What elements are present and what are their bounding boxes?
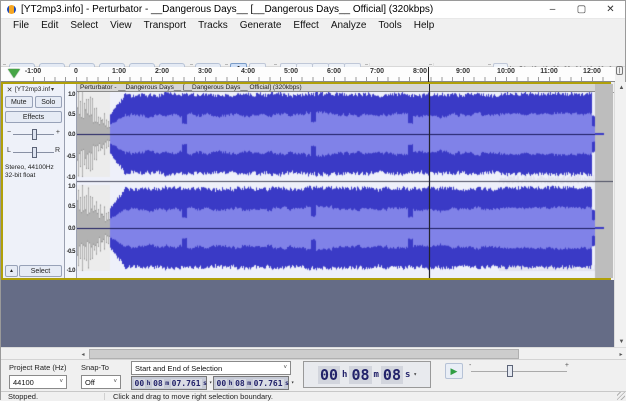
clip-title[interactable]: Perturbator - __Dangerous Days__ [__Dang… bbox=[77, 84, 595, 92]
collapse-track-button[interactable]: ▲ bbox=[5, 265, 18, 277]
timeline-label: 12:00 bbox=[583, 68, 601, 75]
track-format-line1: Stereo, 44100Hz bbox=[5, 164, 54, 172]
edit-cursor bbox=[429, 84, 430, 278]
timeline-label: 0 bbox=[74, 68, 78, 75]
scroll-up-icon[interactable]: ▲ bbox=[615, 82, 626, 94]
effects-button[interactable]: Effects bbox=[5, 111, 62, 123]
amplitude-ruler[interactable]: 1.0 0.5 0.0 -0.5 -1.0 1.0 0.5 0.0 -0.5 -… bbox=[65, 84, 77, 278]
menu-select[interactable]: Select bbox=[64, 20, 104, 31]
timeline-label: 8:00 bbox=[413, 68, 427, 75]
timeline-label: 4:00 bbox=[241, 68, 255, 75]
track-format-line2: 32-bit float bbox=[5, 172, 54, 180]
pan-slider[interactable]: L R bbox=[7, 145, 60, 159]
selection-mode-select[interactable]: Start and End of Selection˅ bbox=[131, 361, 291, 375]
maximize-button[interactable]: ▢ bbox=[567, 1, 596, 19]
gain-slider-thumb[interactable] bbox=[32, 129, 37, 140]
menu-help[interactable]: Help bbox=[408, 20, 441, 31]
timeline-ruler[interactable]: -1:00 0 1:00 2:00 3:00 4:00 5:00 6:00 7:… bbox=[1, 67, 615, 82]
menu-bar: File Edit Select View Transport Tracks G… bbox=[1, 19, 625, 31]
dropdown-icon: ▾ bbox=[291, 380, 294, 386]
menu-transport[interactable]: Transport bbox=[138, 20, 192, 31]
gain-plus-label: + bbox=[56, 129, 60, 136]
minimize-button[interactable]: – bbox=[538, 1, 567, 19]
timeline-label: -1:00 bbox=[25, 68, 41, 75]
vertical-scrollbar[interactable]: ▲ ▼ bbox=[614, 82, 626, 348]
snap-to-label: Snap-To bbox=[81, 363, 109, 372]
horizontal-scrollbar[interactable]: ◂ ▸ bbox=[1, 347, 626, 359]
toolbar-dock: ▮▮ ▶ ■ ▮◀ ▶▮ ● ↻ I ∿ ✏ ✳ ⊕ ⊖ ⊙ ⊚ ⊘ ⊟ ⊞ ↶… bbox=[1, 31, 625, 67]
timeline-label: 5:00 bbox=[284, 68, 298, 75]
track-close-icon[interactable]: ✕ bbox=[5, 85, 14, 94]
track-name-menu[interactable]: [YT2mp3.inf▾ bbox=[15, 85, 62, 94]
track-control-panel: ✕ [YT2mp3.inf▾ Mute Solo Effects − + L R bbox=[3, 84, 65, 278]
menu-effect[interactable]: Effect bbox=[287, 20, 324, 31]
menu-tools[interactable]: Tools bbox=[372, 20, 407, 31]
dropdown-icon: ▾ bbox=[51, 86, 54, 93]
timeline-label: 1:00 bbox=[112, 68, 126, 75]
ruler-label: 1.0 bbox=[68, 184, 75, 190]
play-region-pin-icon[interactable] bbox=[8, 69, 20, 78]
menu-edit[interactable]: Edit bbox=[35, 20, 64, 31]
solo-button[interactable]: Solo bbox=[35, 96, 63, 108]
resize-grip[interactable] bbox=[617, 392, 625, 400]
timeline-label: 6:00 bbox=[327, 68, 341, 75]
audacity-window: [YT2mp3.info] - Perturbator - __Dangerou… bbox=[0, 0, 626, 400]
timeline-label: 3:00 bbox=[198, 68, 212, 75]
track-select-button[interactable]: Select bbox=[19, 265, 62, 277]
playhead-marker bbox=[428, 67, 429, 82]
horizontal-scroll-thumb[interactable] bbox=[89, 349, 519, 359]
pan-left-label: L bbox=[7, 147, 11, 154]
project-rate-label: Project Rate (Hz) bbox=[9, 363, 67, 372]
ruler-label: 0.0 bbox=[68, 226, 75, 232]
menu-file[interactable]: File bbox=[7, 20, 35, 31]
play-speed-thumb[interactable] bbox=[507, 365, 513, 377]
meter-clip-indicator: ❘ bbox=[616, 66, 623, 75]
track-area-background bbox=[1, 280, 614, 347]
timeline-label: 7:00 bbox=[370, 68, 384, 75]
snap-to-select[interactable]: Off˅ bbox=[81, 375, 121, 389]
menu-analyze[interactable]: Analyze bbox=[325, 20, 373, 31]
timeline-label: 9:00 bbox=[456, 68, 470, 75]
menu-tracks[interactable]: Tracks bbox=[192, 20, 234, 31]
selection-end-field[interactable]: 00h 08m 07.761s ▾ bbox=[213, 376, 289, 390]
pan-right-label: R bbox=[55, 147, 60, 154]
play-at-speed-button[interactable]: ▶ bbox=[445, 363, 463, 379]
timeline-label: 11:00 bbox=[540, 68, 558, 75]
gain-slider[interactable]: − + bbox=[7, 127, 60, 141]
ruler-label: -0.5 bbox=[67, 154, 75, 160]
dropdown-icon: ▾ bbox=[413, 371, 417, 378]
close-button[interactable]: ✕ bbox=[596, 1, 625, 19]
audio-position-display[interactable]: 00h 08m 08s ▾ bbox=[303, 361, 431, 388]
menu-view[interactable]: View bbox=[104, 20, 138, 31]
waveform-view[interactable]: Perturbator - __Dangerous Days__ [__Dang… bbox=[77, 84, 613, 278]
ruler-label: -1.0 bbox=[67, 175, 75, 181]
ruler-label: 0.5 bbox=[68, 112, 75, 118]
selection-start-field[interactable]: 00h 08m 07.761s ▾ bbox=[131, 376, 207, 390]
audio-track: ✕ [YT2mp3.inf▾ Mute Solo Effects − + L R bbox=[1, 82, 611, 280]
ruler-label: 1.0 bbox=[68, 92, 75, 98]
mute-button[interactable]: Mute bbox=[5, 96, 33, 108]
ruler-label: -0.5 bbox=[67, 249, 75, 255]
timeline-ticks bbox=[33, 77, 609, 81]
play-speed-slider[interactable]: - + bbox=[469, 365, 569, 377]
project-rate-select[interactable]: 44100˅ bbox=[9, 375, 67, 389]
dropdown-icon: ▾ bbox=[209, 380, 212, 386]
selection-toolbar: Project Rate (Hz) 44100˅ Snap-To Off˅ St… bbox=[1, 359, 626, 391]
ruler-label: 0.5 bbox=[68, 204, 75, 210]
pan-slider-thumb[interactable] bbox=[32, 147, 37, 158]
window-title: [YT2mp3.info] - Perturbator - __Dangerou… bbox=[21, 4, 433, 15]
timeline-label: 2:00 bbox=[155, 68, 169, 75]
audacity-logo-icon bbox=[7, 5, 16, 14]
stereo-waveform-canvas[interactable] bbox=[77, 92, 613, 278]
title-bar: [YT2mp3.info] - Perturbator - __Dangerou… bbox=[1, 1, 625, 19]
menu-generate[interactable]: Generate bbox=[234, 20, 288, 31]
ruler-label: -1.0 bbox=[67, 268, 75, 274]
timeline-label: 10:00 bbox=[497, 68, 515, 75]
gain-minus-label: − bbox=[7, 129, 11, 136]
ruler-label: 0.0 bbox=[68, 132, 75, 138]
